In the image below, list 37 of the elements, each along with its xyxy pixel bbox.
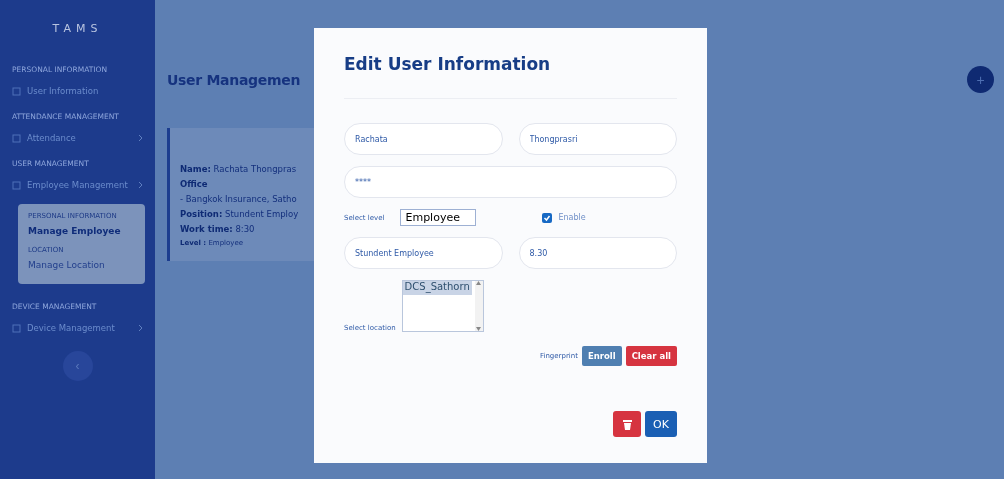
office-label: Office	[180, 179, 208, 189]
enable-checkbox[interactable]: Enable	[542, 212, 586, 223]
clear-all-button[interactable]: Clear all	[625, 346, 677, 366]
menu-icon	[12, 86, 21, 96]
name-text: Name: Rachata Thongpras	[180, 164, 297, 174]
delete-button[interactable]	[613, 411, 641, 437]
dialog-title: Edit User Information	[344, 54, 677, 99]
submenu-item[interactable]: Manage Location	[28, 258, 135, 276]
submenu-item[interactable]: Manage Employee	[28, 224, 135, 242]
page-title: User Managemen	[167, 72, 301, 88]
ok-button[interactable]: OK	[645, 411, 677, 437]
first-name-field[interactable]: Rachata	[344, 123, 503, 155]
trash-icon	[622, 418, 632, 430]
app-logo: TAMS	[51, 22, 104, 35]
location-listbox[interactable]: DCS_Sathorn	[401, 280, 484, 332]
last-name-field[interactable]: Thongprasri	[518, 123, 677, 155]
office-text: - Bangkok Insurance, Satho	[180, 194, 297, 204]
location-option[interactable]: DCS_Sathorn	[402, 281, 472, 295]
enroll-button[interactable]: Enroll	[581, 346, 622, 366]
scrollbar[interactable]	[474, 281, 483, 331]
position-field[interactable]: Stundent Employee	[344, 237, 503, 269]
password-field[interactable]: ****	[344, 166, 677, 198]
sidebar-item[interactable]: Device Management	[0, 317, 155, 339]
add-button[interactable]: +	[967, 66, 994, 93]
menu-icon	[12, 133, 21, 143]
sidebar-item[interactable]: Employee Management	[0, 174, 155, 196]
level-dropdown[interactable]: Employee	[400, 209, 477, 226]
position-text: Position: Stundent Employ	[180, 209, 299, 219]
sidebar-item[interactable]: User Information	[0, 80, 155, 102]
scroll-up-icon[interactable]	[476, 281, 482, 285]
worktime-text: Work time: 8:30	[180, 224, 255, 234]
check-icon	[543, 213, 552, 222]
scroll-down-icon[interactable]	[476, 327, 482, 331]
menu-icon	[12, 323, 21, 333]
menu-icon	[12, 180, 21, 190]
sidebar-item[interactable]: Attendance	[0, 127, 155, 149]
work-time-field[interactable]: 8.30	[518, 237, 677, 269]
